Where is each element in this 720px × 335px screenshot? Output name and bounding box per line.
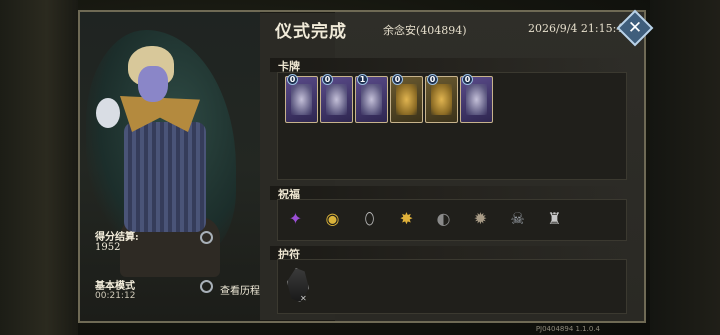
golden-eye-icon[interactable]: ◉ — [319, 205, 346, 232]
score-label: 得分结算: — [95, 232, 139, 243]
golden-pinwheel-icon[interactable]: ✸ — [393, 205, 420, 232]
close-icon: ✕ — [627, 18, 643, 38]
mode-label: 基本模式 — [95, 281, 135, 292]
version-label: PJ0404894 1.1.0.4 — [535, 325, 600, 333]
player-name: 余念安(404894) — [383, 24, 467, 37]
card-item[interactable]: 1 — [355, 74, 388, 123]
card-item[interactable]: 0 — [320, 74, 353, 123]
hooded-figure-icon[interactable]: ♜ — [541, 205, 568, 232]
gold-figure-card-art — [396, 84, 417, 115]
cracked-egg-icon[interactable]: ⬯ — [356, 205, 383, 232]
gold-crab-card-art — [431, 84, 452, 115]
character-mask — [96, 98, 120, 128]
card-item[interactable]: 0 — [390, 74, 423, 123]
amulet-box — [277, 259, 627, 314]
amulet-mark: ✕ — [300, 294, 307, 303]
spellbook-icon[interactable]: ✦ — [282, 205, 309, 232]
page-title: 仪式完成 — [275, 22, 347, 42]
blessings-section-bar — [270, 186, 630, 200]
card-cost: 0 — [462, 74, 473, 85]
amulet-section-bar — [270, 246, 630, 260]
card-item[interactable]: 0 — [460, 74, 493, 123]
mode-time: 00:21:12 — [95, 291, 136, 301]
skull-flask-icon[interactable]: ☠ — [504, 205, 531, 232]
character-torso — [124, 122, 206, 232]
panel-header: 仪式完成 余念安(404894) 2026/9/4 21:15:43 — [275, 12, 648, 50]
hand-card-art — [466, 84, 487, 115]
card-cost: 0 — [392, 74, 403, 85]
magnifier-icon[interactable] — [200, 231, 213, 244]
burst-emblem-icon[interactable]: ✹ — [467, 205, 494, 232]
character-portrait: 得分结算: 1952 基本模式 00:21:12 查看历程 — [80, 12, 260, 321]
card-list: 0 0 1 0 0 0 — [285, 74, 493, 123]
card-cost: 0 — [427, 74, 438, 85]
view-history-button[interactable]: 查看历程 — [220, 282, 260, 297]
vase-card-art — [291, 84, 312, 115]
scroll-card-art — [326, 84, 347, 115]
tentacle-card-art — [361, 84, 382, 115]
finish-datetime: 2026/9/4 21:15:43 — [528, 22, 631, 35]
card-cost: 1 — [357, 74, 368, 85]
score-value: 1952 — [95, 242, 121, 253]
history-magnifier-icon[interactable] — [200, 280, 213, 293]
background-left — [0, 0, 78, 335]
card-cost: 0 — [322, 74, 333, 85]
background-right — [650, 0, 720, 335]
character-face — [138, 66, 168, 102]
card-cost: 0 — [287, 74, 298, 85]
card-item[interactable]: 0 — [285, 74, 318, 123]
blessing-list: ✦ ◉ ⬯ ✸ ◐ ✹ ☠ ♜ — [282, 205, 568, 232]
hand-mirror-icon[interactable]: ◐ — [430, 205, 457, 232]
cards-section-bar — [270, 58, 630, 72]
card-item[interactable]: 0 — [425, 74, 458, 123]
